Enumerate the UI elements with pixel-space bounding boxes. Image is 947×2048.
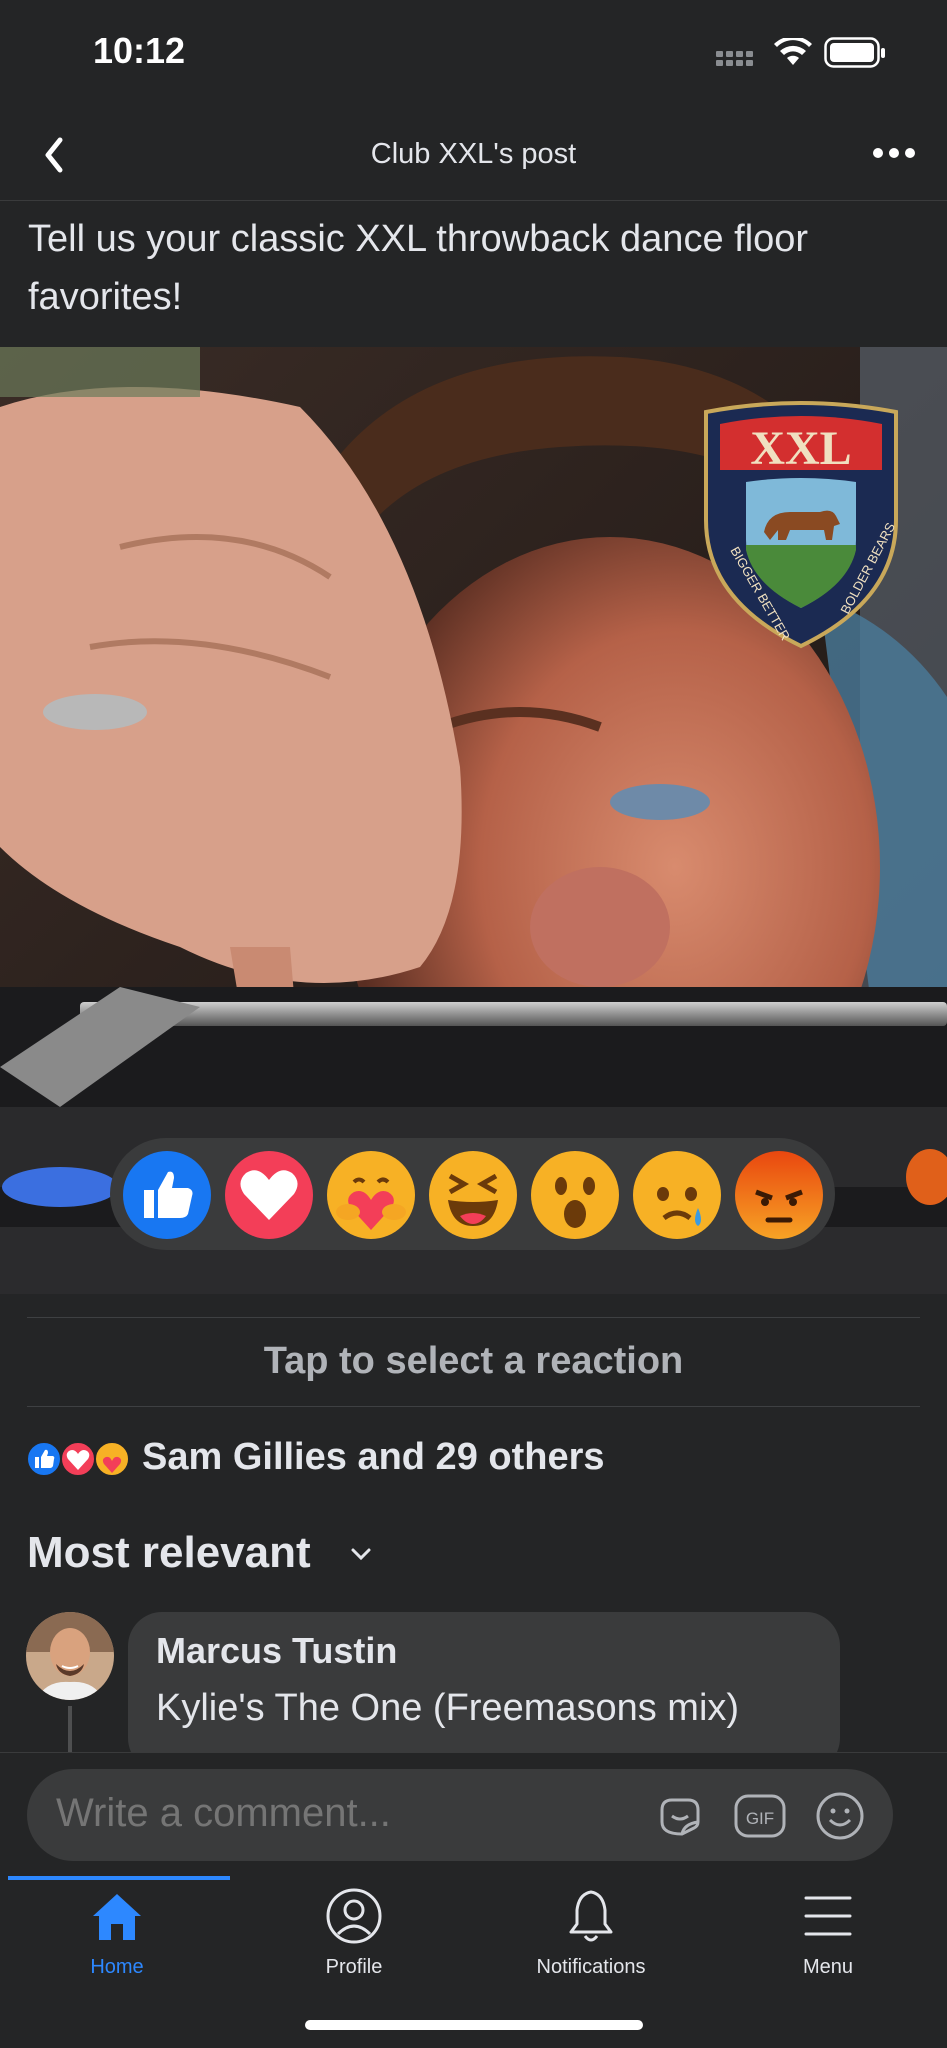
tab-menu[interactable]: Menu: [738, 1884, 918, 1994]
more-dots-icon[interactable]: [872, 138, 916, 168]
comment-sort[interactable]: Most relevant: [27, 1528, 311, 1578]
post-text: Tell us your classic XXL throwback dance…: [28, 218, 809, 318]
home-icon: [93, 1894, 141, 1940]
menu-icon: [804, 1896, 852, 1936]
reaction-summary[interactable]: Sam Gillies and 29 others: [142, 1436, 605, 1479]
status-time: 10:12: [93, 30, 186, 71]
tab-notifications[interactable]: Notifications: [501, 1884, 681, 1994]
chevron-down-icon[interactable]: [347, 1540, 375, 1568]
home-indicator[interactable]: [305, 2020, 643, 2030]
wifi-icon: [774, 38, 812, 65]
tab-label: Notifications: [536, 1956, 646, 1978]
logo-text: XXL: [750, 422, 851, 475]
divider: [27, 1406, 920, 1407]
angry-icon[interactable]: [734, 1150, 824, 1240]
profile-icon: [326, 1888, 382, 1944]
gif-label: GIF: [746, 1809, 774, 1828]
comment-input[interactable]: [54, 1790, 618, 1837]
comment-author[interactable]: Marcus Tustin: [156, 1630, 397, 1672]
active-tab-indicator: [8, 1876, 230, 1880]
comment-body: Kylie's The One (Freemasons mix): [156, 1687, 740, 1729]
tab-label: Home: [90, 1956, 144, 1978]
reaction-summary-icons[interactable]: [26, 1441, 136, 1477]
divider: [27, 1317, 920, 1318]
haha-icon[interactable]: [428, 1150, 518, 1240]
like-icon[interactable]: [122, 1150, 212, 1240]
battery-icon: [824, 37, 885, 68]
emoji-icon[interactable]: [812, 1788, 868, 1844]
care-icon[interactable]: [326, 1150, 416, 1240]
thread-line: [68, 1706, 72, 1752]
sad-icon[interactable]: [632, 1150, 722, 1240]
sticker-icon[interactable]: [652, 1788, 708, 1844]
gif-icon[interactable]: GIF: [732, 1788, 788, 1844]
avatar[interactable]: [26, 1612, 114, 1700]
cellular-signal-icon: [716, 51, 753, 66]
tab-label: Profile: [325, 1956, 383, 1978]
wow-icon[interactable]: [530, 1150, 620, 1240]
reaction-hint: Tap to select a reaction: [263, 1340, 684, 1382]
tab-home[interactable]: Home: [27, 1884, 207, 1994]
page-title: Club XXL's post: [370, 138, 577, 170]
xxl-logo: XXL BIGGER BETTER BOLDER BEARS: [704, 401, 898, 649]
tab-profile[interactable]: Profile: [264, 1884, 444, 1994]
love-icon[interactable]: [224, 1150, 314, 1240]
tab-label: Menu: [802, 1956, 854, 1978]
bell-icon: [569, 1890, 613, 1942]
